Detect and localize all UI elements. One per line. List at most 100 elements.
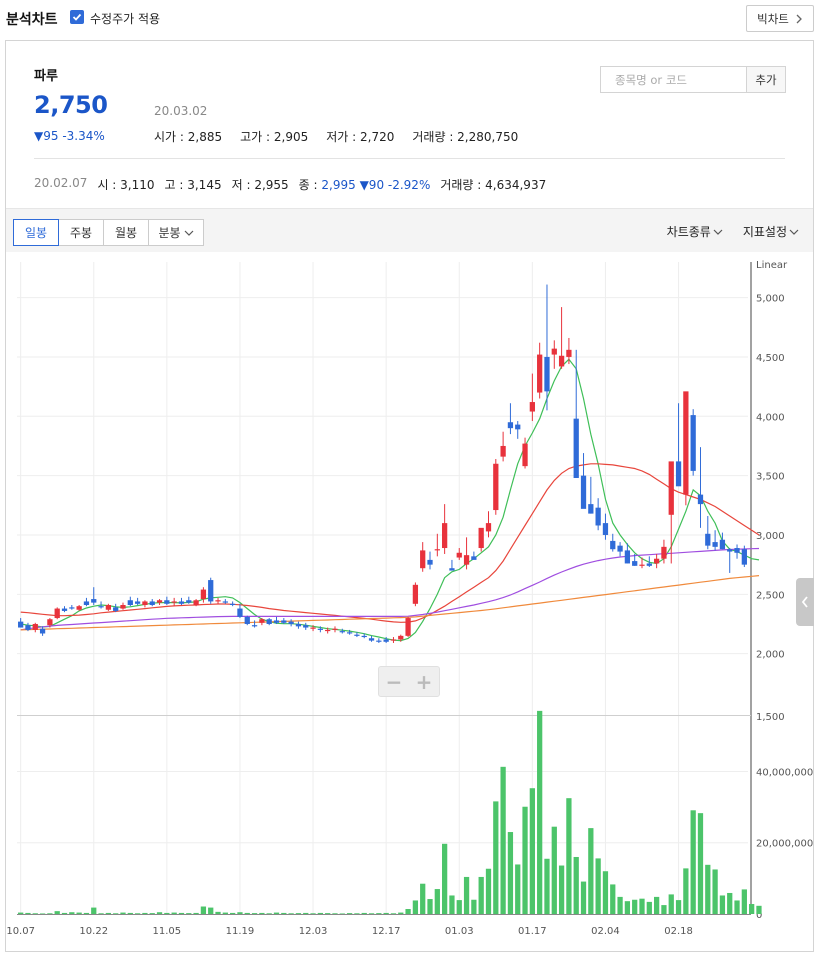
volume-bar: [61, 912, 68, 914]
candle-body: [646, 563, 652, 566]
candle-body: [54, 608, 60, 619]
candle-body: [405, 618, 411, 636]
candle-body: [471, 556, 477, 560]
volume-bar: [186, 913, 192, 914]
moving-average-ma20: [20, 463, 760, 623]
candle-body: [83, 601, 90, 605]
volume-bar: [376, 913, 382, 914]
volume-bar: [32, 913, 38, 914]
candle-body: [47, 619, 53, 626]
price-tick-label: 5,000: [756, 294, 785, 305]
candle-body: [463, 555, 470, 565]
volume-bar: [281, 912, 287, 914]
candle-body: [573, 418, 579, 479]
candle-body: [741, 549, 747, 565]
candle-body: [251, 625, 258, 627]
candle-body: [551, 348, 557, 355]
volume-bar: [149, 913, 155, 914]
moving-average-ma5: [20, 358, 760, 642]
time-tick-label: 11.19: [226, 926, 255, 937]
volume-bar: [54, 911, 60, 914]
volume-bar: [427, 899, 433, 914]
volume-bar: [646, 901, 652, 914]
candle-body: [18, 621, 24, 628]
candle-body: [164, 600, 170, 604]
tab-daily[interactable]: 일봉: [13, 219, 59, 246]
candle-body: [412, 584, 419, 604]
volume-bar: [215, 911, 221, 914]
volume-bar: [390, 913, 397, 914]
candle-body: [200, 589, 207, 600]
candle-body: [595, 507, 601, 526]
candle-body: [237, 608, 243, 617]
candle-body: [580, 475, 587, 509]
candle-body: [383, 639, 389, 642]
candle-body: [332, 628, 338, 630]
volume-bar: [544, 858, 550, 914]
volume-bar: [690, 810, 696, 914]
volume-bar: [398, 912, 404, 914]
candle-body: [266, 619, 272, 624]
volume-bar: [734, 900, 740, 914]
candle-body: [127, 600, 133, 605]
candle-body: [624, 550, 631, 564]
price-tick-label: 1,500: [756, 712, 785, 723]
candle-body: [734, 548, 740, 553]
candle-body: [705, 533, 711, 546]
zoom-out-button[interactable]: −: [386, 670, 403, 694]
candle-body: [566, 349, 572, 357]
candle-body: [259, 619, 265, 623]
candle-body: [69, 607, 75, 609]
candle-body: [91, 599, 97, 603]
volume-bar: [127, 912, 133, 914]
volume-bar: [537, 710, 543, 914]
volume-bar: [675, 900, 682, 914]
candle-body: [113, 607, 119, 611]
candle-body: [354, 634, 360, 636]
candle-body: [639, 564, 645, 566]
volume-bar: [288, 913, 294, 914]
candle-body: [515, 424, 521, 430]
volume-bar: [471, 899, 477, 914]
candle-body: [507, 422, 514, 429]
volume-bar: [273, 912, 280, 914]
candle-body: [420, 550, 426, 569]
candle-body: [544, 356, 550, 392]
volume-bar: [361, 912, 367, 914]
volume-bar: [566, 798, 572, 914]
volume-bar: [39, 913, 46, 914]
volume-bar: [653, 896, 660, 914]
volume-bar: [259, 912, 265, 914]
volume-bar: [478, 876, 484, 914]
candle-body: [522, 443, 528, 467]
candlestick-chart[interactable]: Linear 5,000 4,500 4,000 3,500 3,000 2,500 2,00…: [0, 0, 818, 957]
volume-bar: [522, 806, 528, 914]
volume-bar: [727, 892, 733, 914]
volume-bar: [442, 843, 448, 914]
price-tick-label: 4,000: [756, 412, 785, 423]
candle-body: [719, 539, 726, 550]
candle-body: [186, 600, 192, 603]
volume-bar: [142, 912, 148, 914]
volume-bar: [588, 828, 594, 914]
candle-body: [325, 629, 331, 632]
candle-body: [427, 559, 433, 565]
candle-body: [171, 601, 177, 603]
volume-bar: [346, 913, 353, 914]
candle-body: [390, 639, 397, 641]
candle-body: [398, 635, 404, 640]
candle-body: [134, 601, 141, 604]
volume-bar: [156, 912, 163, 914]
candle-body: [32, 623, 38, 630]
side-panel-toggle[interactable]: [796, 578, 814, 626]
volume-bar: [573, 856, 579, 914]
candle-body: [98, 606, 104, 608]
volume-bar: [25, 912, 31, 914]
volume-bar: [500, 766, 506, 914]
volume-bar: [383, 912, 389, 914]
time-tick-label: 11.05: [153, 926, 182, 937]
candle-body: [149, 601, 155, 605]
volume-bar: [295, 913, 302, 914]
zoom-in-button[interactable]: +: [416, 670, 433, 694]
candle-body: [449, 568, 455, 571]
